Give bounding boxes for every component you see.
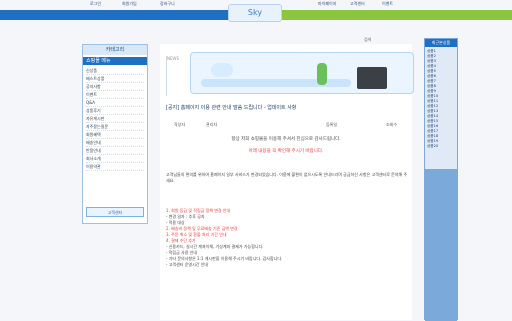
category-item[interactable]: 반품안내 <box>86 147 144 155</box>
customer-center-banner[interactable]: 고객센터 <box>86 207 144 217</box>
top-link[interactable]: 이벤트 <box>382 1 393 7</box>
post-title: [공지] 홈페이지 이용 관련 안내 말씀 드립니다 - 업데이트 사항 <box>166 105 297 111</box>
hero-plate <box>211 63 233 77</box>
top-link[interactable]: 회원가입 <box>122 1 137 7</box>
top-link[interactable]: 장바구니 <box>160 1 175 7</box>
category-title: 쇼핑몰 메뉴 <box>83 57 147 65</box>
recent-header: 최근본상품 <box>425 39 457 47</box>
category-item[interactable]: 회원혜택 <box>86 131 144 139</box>
category-item[interactable]: 회사소개 <box>86 155 144 163</box>
lead-red-text: 아래 내용을 꼭 확인해 주시기 바랍니다. <box>248 149 324 154</box>
category-item[interactable]: 공지사항 <box>86 83 144 91</box>
category-item[interactable]: 자유게시판 <box>86 115 144 123</box>
top-link[interactable]: 로그인 <box>90 1 101 7</box>
category-item[interactable]: 자주묻는질문 <box>86 123 144 131</box>
hero-tv <box>357 67 387 89</box>
meta-label: 작성자 <box>174 122 186 127</box>
main-content: NEWS [공지] 홈페이지 이용 관련 안내 말씀 드립니다 - 업데이트 사… <box>160 44 414 320</box>
lead-text: 항상 저희 쇼핑몰을 이용해 주셔서 진심으로 감사드립니다. <box>231 137 341 142</box>
right-recent-products: 최근본상품 상품1 상품2 상품3 상품4 상품5 상품6 상품7 상품8 상품… <box>424 38 458 321</box>
top-link[interactable]: 고객센터 <box>350 1 365 7</box>
category-item[interactable]: 상품후기 <box>86 107 144 115</box>
category-item[interactable]: 배송안내 <box>86 139 144 147</box>
meta-value: 관리자 <box>206 122 218 127</box>
category-list: 신상품 베스트상품 공지사항 이벤트 Q&A 상품후기 자유게시판 자주묻는질문… <box>83 65 147 173</box>
site-logo[interactable]: Sky <box>228 4 282 22</box>
hero-wave <box>201 79 351 87</box>
body-paragraph: 고객님들의 편의를 위하여 홈페이지 일부 서비스가 변경되었습니다. 이용에 … <box>166 172 408 183</box>
top-bar-blue <box>0 10 230 20</box>
side-caption: NEWS <box>166 56 180 96</box>
hero-banner[interactable] <box>190 52 414 94</box>
recent-lower-panel <box>425 169 457 321</box>
category-header: 카테고리 <box>83 45 147 55</box>
top-link[interactable]: 마이페이지 <box>318 1 336 7</box>
notice-line: - 고객센터 운영시간 안내 <box>166 262 209 267</box>
category-item[interactable]: Q&A <box>86 99 144 107</box>
meta-label: 등록일 <box>326 122 338 127</box>
post-meta: 작성자 관리자 등록일 조회수 <box>166 120 406 130</box>
top-bar-green <box>282 10 512 20</box>
recent-list: 상품1 상품2 상품3 상품4 상품5 상품6 상품7 상품8 상품9 상품10… <box>425 47 457 151</box>
search-link[interactable]: 검색 <box>364 37 371 43</box>
left-category-box: 카테고리 쇼핑몰 메뉴 신상품 베스트상품 공지사항 이벤트 Q&A 상품후기 … <box>82 44 148 224</box>
category-item[interactable]: 이벤트 <box>86 91 144 99</box>
category-item[interactable]: 이용약관 <box>86 163 144 171</box>
recent-item[interactable]: 상품20 <box>427 144 455 149</box>
category-item[interactable]: 신상품 <box>86 67 144 75</box>
hero-bottle <box>317 63 327 85</box>
meta-label: 조회수 <box>386 122 398 127</box>
top-banner: Sky 로그인 회원가입 장바구니 마이페이지 고객센터 이벤트 <box>0 0 512 22</box>
category-item[interactable]: 베스트상품 <box>86 75 144 83</box>
notice-list: 1. 회원 등급 및 적립금 정책 변경 안내 - 변경 일자 : 추후 공지 … <box>166 208 410 268</box>
